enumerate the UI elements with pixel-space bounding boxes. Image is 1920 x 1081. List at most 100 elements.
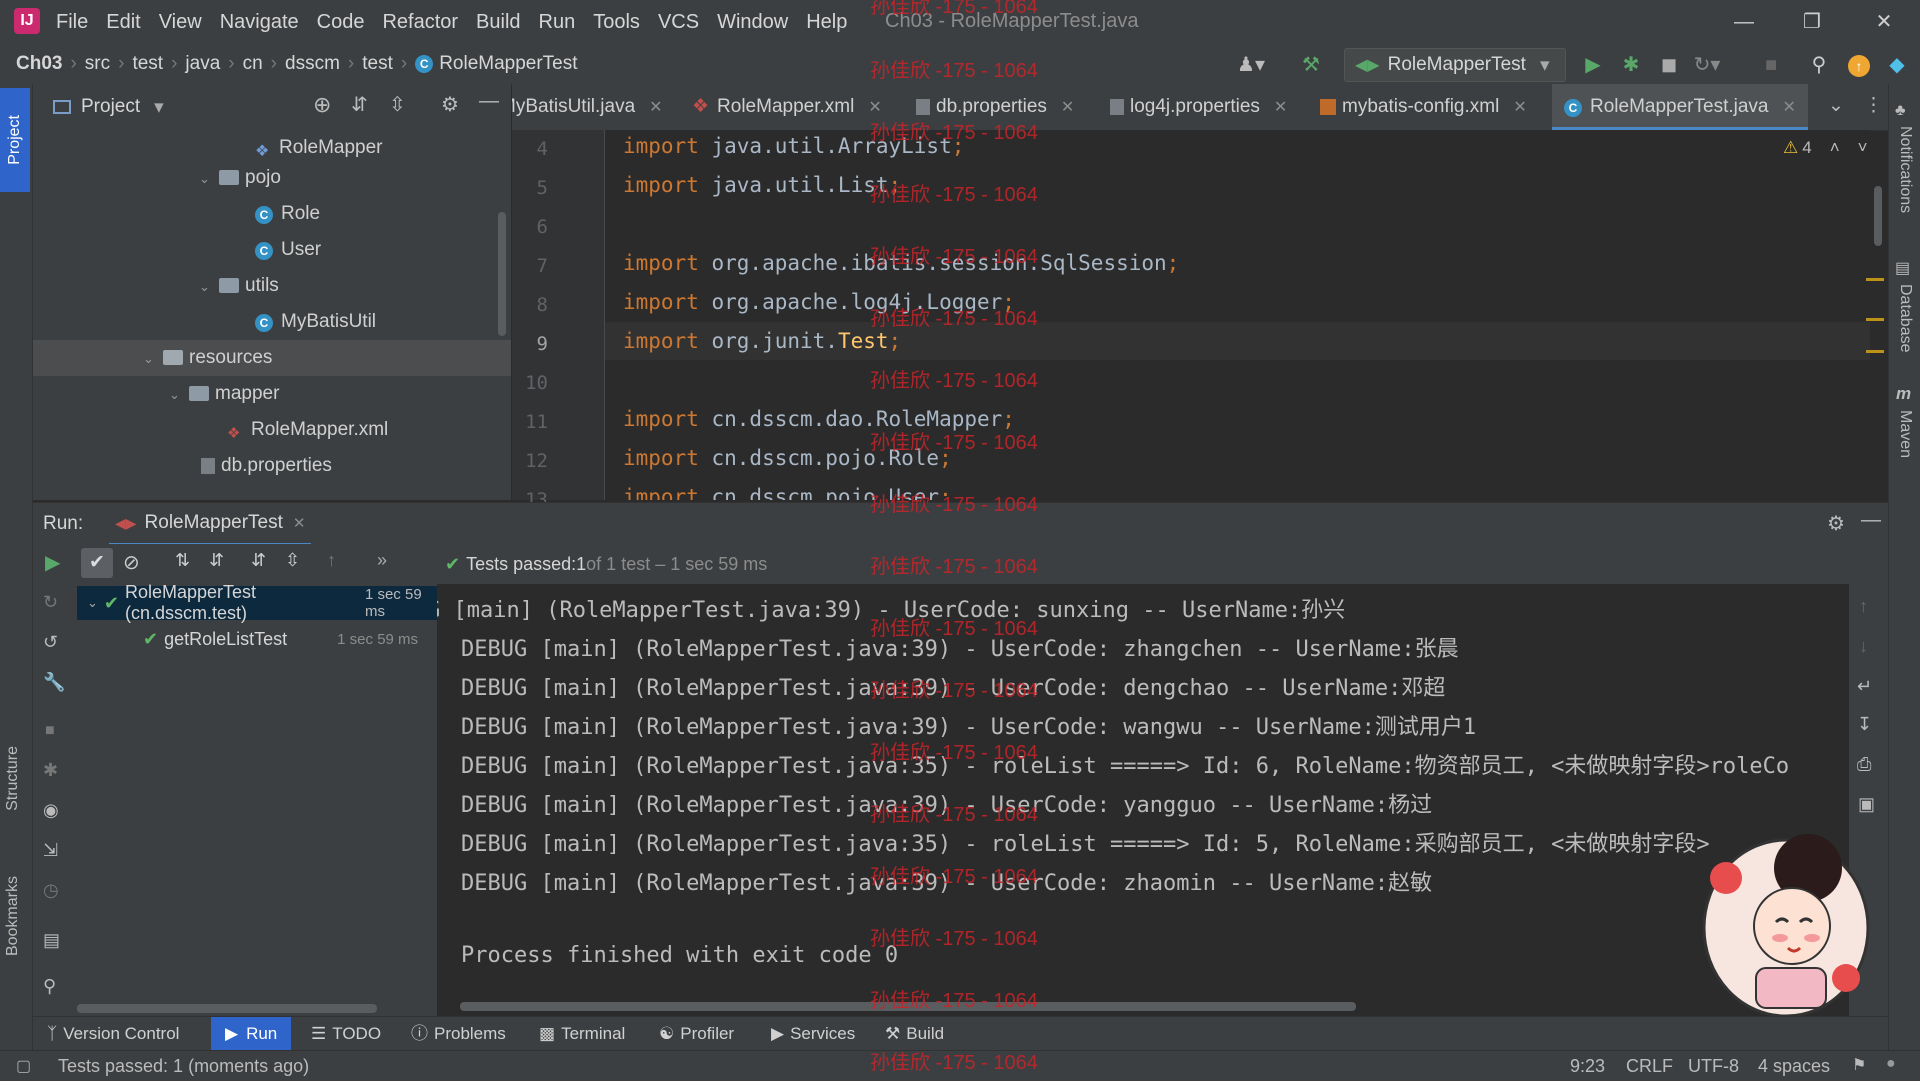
menu-refactor[interactable]: Refactor bbox=[382, 11, 458, 34]
collapse-all-icon[interactable]: ⇳ bbox=[389, 92, 406, 117]
update-icon[interactable]: ↑ bbox=[1844, 50, 1874, 80]
restore-icon[interactable]: ❐ bbox=[1792, 6, 1832, 38]
rerun-icon[interactable]: ▶ bbox=[45, 550, 60, 575]
menu-tools[interactable]: Tools bbox=[593, 11, 640, 34]
show-ignored-icon[interactable]: ⊘ bbox=[123, 550, 140, 575]
collapse-all-icon[interactable]: ⇳ bbox=[285, 550, 300, 571]
maven-tool-tab[interactable]: Maven bbox=[1896, 410, 1914, 464]
previous-highlight-icon[interactable]: ˄ bbox=[1830, 138, 1840, 158]
menu-edit[interactable]: Edit bbox=[106, 11, 140, 34]
soft-wrap-icon[interactable]: ↵ bbox=[1857, 676, 1872, 697]
close-icon[interactable]: ✕ bbox=[1864, 6, 1904, 38]
hide-panel-icon[interactable]: — bbox=[479, 90, 499, 113]
project-tree-scrollbar[interactable] bbox=[498, 212, 506, 336]
chevron-down-icon[interactable]: ⌄ bbox=[143, 341, 163, 377]
tree-item-resources[interactable]: ⌄ resources bbox=[33, 340, 511, 376]
toggle-tool-windows-icon[interactable]: ▢ bbox=[16, 1056, 31, 1076]
warning-stripe-mark[interactable] bbox=[1866, 318, 1884, 321]
tool-problems[interactable]: ⓘ Problems bbox=[411, 1017, 506, 1051]
tab-rolemappertest-java[interactable]: C RoleMapperTest.java ✕ bbox=[1552, 84, 1808, 130]
scroll-to-end-icon[interactable]: ↧ bbox=[1857, 714, 1872, 735]
close-tab-icon[interactable]: ✕ bbox=[1782, 99, 1795, 116]
stop-icon[interactable]: ■ bbox=[1756, 50, 1786, 80]
menu-view[interactable]: View bbox=[159, 11, 202, 34]
profile-icon[interactable]: ↻▾ bbox=[1692, 50, 1722, 80]
coverage-icon[interactable]: ◼ bbox=[1654, 50, 1684, 80]
settings-gear-icon[interactable]: ⚙ bbox=[441, 92, 459, 117]
search-icon[interactable]: ⚲ bbox=[1804, 50, 1834, 80]
clear-all-trash-icon[interactable]: ▣ bbox=[1858, 794, 1875, 815]
tree-item-rolemapper-xml[interactable]: ❖ RoleMapper.xml bbox=[227, 412, 388, 448]
menu-file[interactable]: File bbox=[56, 11, 88, 34]
console-output[interactable]: G [main] (RoleMapperTest.java:39) - User… bbox=[437, 584, 1849, 1016]
more-actions-icon[interactable]: ⋮ bbox=[1864, 94, 1883, 117]
stop-icon[interactable]: ■ bbox=[45, 722, 55, 740]
jetbrains-ai-icon[interactable]: ◆ bbox=[1882, 50, 1912, 80]
crumb-test-package[interactable]: test bbox=[362, 53, 393, 75]
close-tab-icon[interactable]: ✕ bbox=[868, 99, 881, 116]
line-separator[interactable]: CRLF bbox=[1626, 1056, 1673, 1077]
more-icon[interactable]: » bbox=[377, 550, 387, 571]
minimize-icon[interactable]: — bbox=[1724, 6, 1764, 38]
close-tab-icon[interactable]: ✕ bbox=[1061, 99, 1074, 116]
settings-gear-icon[interactable]: ⚙ bbox=[1827, 511, 1845, 536]
locate-icon[interactable]: ⊕ bbox=[313, 92, 331, 118]
crumb-java[interactable]: java bbox=[185, 53, 220, 75]
sort-by-duration-icon[interactable]: ⇵ bbox=[209, 550, 224, 571]
test-method-row[interactable]: ✔ getRoleListTest 1 sec 59 ms bbox=[77, 622, 437, 656]
chevron-down-icon[interactable]: ⌄ bbox=[87, 595, 98, 611]
structure-tool-tab[interactable]: Structure bbox=[4, 746, 22, 817]
menu-build[interactable]: Build bbox=[476, 11, 520, 34]
caret-position[interactable]: 9:23 bbox=[1570, 1056, 1605, 1077]
user-icon[interactable]: ♟▾ bbox=[1236, 50, 1266, 80]
lock-icon[interactable]: ⚑ bbox=[1852, 1055, 1866, 1075]
scroll-down-icon[interactable]: ↓ bbox=[1859, 636, 1868, 657]
test-tree-scrollbar[interactable] bbox=[77, 1004, 377, 1013]
print-icon[interactable]: ⎙ bbox=[1857, 754, 1871, 775]
menu-vcs[interactable]: VCS bbox=[658, 11, 699, 34]
menu-help[interactable]: Help bbox=[806, 11, 847, 34]
tree-item-pojo[interactable]: ⌄ pojo bbox=[199, 160, 281, 196]
scroll-up-icon[interactable]: ↑ bbox=[1859, 596, 1868, 617]
expand-all-icon[interactable]: ⇵ bbox=[251, 550, 266, 571]
crumb-dsscm[interactable]: dsscm bbox=[285, 53, 340, 75]
warning-stripe-mark[interactable] bbox=[1866, 278, 1884, 281]
tree-item-dao-cut[interactable]: dao bbox=[221, 130, 253, 142]
indent-setting[interactable]: 4 spaces bbox=[1758, 1056, 1830, 1077]
test-suite-row[interactable]: ⌄ ✔ RoleMapperTest (cn.dsscm.test) 1 sec… bbox=[77, 582, 437, 623]
tree-item-db-properties[interactable]: db.properties bbox=[201, 448, 332, 484]
show-passed-toggle-icon[interactable]: ✔ bbox=[81, 548, 113, 578]
previous-failed-icon[interactable]: ↑ bbox=[327, 550, 336, 571]
tree-item-mapper[interactable]: ⌄ mapper bbox=[169, 376, 279, 412]
sort-alphabetically-icon[interactable]: ⇅ bbox=[175, 550, 190, 571]
tool-version-control[interactable]: ᛉ Version Control bbox=[47, 1017, 179, 1051]
chevron-down-icon[interactable]: ⌄ bbox=[199, 269, 219, 305]
import-tests-icon[interactable]: ⇲ bbox=[43, 840, 58, 861]
status-message[interactable]: Tests passed: 1 (moments ago) bbox=[58, 1056, 309, 1077]
crumb-class[interactable]: RoleMapperTest bbox=[439, 53, 577, 75]
tool-terminal[interactable]: ▩ Terminal bbox=[539, 1017, 625, 1051]
tab-log4j-properties[interactable]: log4j.properties ✕ bbox=[1110, 84, 1287, 130]
menu-run[interactable]: Run bbox=[539, 11, 576, 34]
tree-item-user[interactable]: C User bbox=[255, 232, 321, 268]
layout-icon[interactable]: ▤ bbox=[43, 930, 60, 951]
debug-bug-icon[interactable]: ✱ bbox=[43, 760, 58, 781]
tab-mybatis-config-xml[interactable]: mybatis-config.xml ✕ bbox=[1320, 84, 1527, 130]
camera-icon[interactable]: ◉ bbox=[43, 800, 59, 821]
close-tab-icon[interactable]: ✕ bbox=[649, 99, 662, 116]
menu-code[interactable]: Code bbox=[317, 11, 365, 34]
crumb-src[interactable]: src bbox=[85, 53, 110, 75]
menu-window[interactable]: Window bbox=[717, 11, 788, 34]
close-tab-icon[interactable]: ✕ bbox=[293, 514, 306, 532]
menu-navigate[interactable]: Navigate bbox=[220, 11, 299, 34]
editor-scrollbar[interactable] bbox=[1874, 186, 1882, 246]
run-tab-rolemappertest[interactable]: ◀▶ RoleMapperTest ✕ bbox=[109, 503, 312, 546]
build-hammer-icon[interactable]: ⚒ bbox=[1296, 50, 1326, 80]
tool-todo[interactable]: ☰ TODO bbox=[311, 1017, 381, 1051]
tab-mybatisutil-java[interactable]: MyBatisUtil.java ✕ bbox=[512, 84, 674, 130]
expand-all-icon[interactable]: ⇵ bbox=[351, 92, 368, 117]
toggle-auto-test-icon[interactable]: ↺ bbox=[43, 632, 58, 653]
code-editor[interactable]: import java.util.ArrayList; import java.… bbox=[605, 130, 1870, 500]
inspection-widget[interactable]: ⚠ 4 ˄ ˅ bbox=[1783, 138, 1868, 158]
close-tab-icon[interactable]: ✕ bbox=[1513, 99, 1526, 116]
